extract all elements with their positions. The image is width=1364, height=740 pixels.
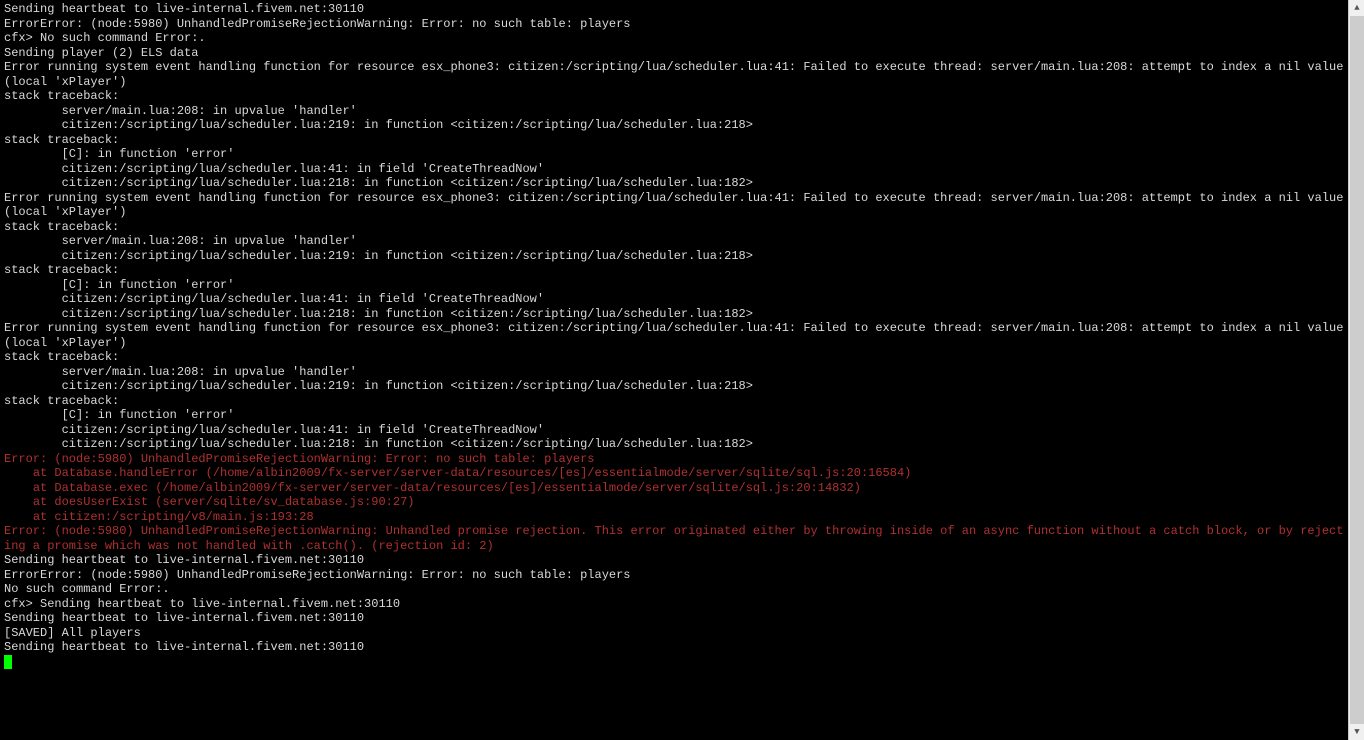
- terminal-line: citizen:/scripting/lua/scheduler.lua:219…: [4, 118, 1344, 133]
- terminal-line: server/main.lua:208: in upvalue 'handler…: [4, 365, 1344, 380]
- terminal-line: server/main.lua:208: in upvalue 'handler…: [4, 104, 1344, 119]
- terminal-line: at citizen:/scripting/v8/main.js:193:28: [4, 510, 1344, 525]
- terminal-line: stack traceback:: [4, 263, 1344, 278]
- terminal-line: citizen:/scripting/lua/scheduler.lua:41:…: [4, 423, 1344, 438]
- terminal-line: Sending player (2) ELS data: [4, 46, 1344, 61]
- vertical-scrollbar[interactable]: ▲ ▼: [1348, 0, 1364, 740]
- terminal-cursor: [4, 655, 12, 669]
- terminal-line: citizen:/scripting/lua/scheduler.lua:219…: [4, 249, 1344, 264]
- chevron-up-icon: ▲: [1354, 1, 1359, 16]
- terminal-line: [C]: in function 'error': [4, 147, 1344, 162]
- terminal-line: citizen:/scripting/lua/scheduler.lua:218…: [4, 307, 1344, 322]
- terminal-line: [C]: in function 'error': [4, 278, 1344, 293]
- scroll-down-button[interactable]: ▼: [1349, 724, 1364, 740]
- terminal-line: cfx> No such command Error:.: [4, 31, 1344, 46]
- terminal-line: at Database.handleError (/home/albin2009…: [4, 466, 1344, 481]
- terminal-line: Error running system event handling func…: [4, 60, 1344, 89]
- terminal-line: [SAVED] All players: [4, 626, 1344, 641]
- terminal-line: Sending heartbeat to live-internal.fivem…: [4, 553, 1344, 568]
- chevron-down-icon: ▼: [1354, 725, 1359, 740]
- terminal-line: stack traceback:: [4, 89, 1344, 104]
- terminal-line: citizen:/scripting/lua/scheduler.lua:219…: [4, 379, 1344, 394]
- terminal-output[interactable]: Sending heartbeat to live-internal.fivem…: [0, 0, 1348, 740]
- terminal-line: Error: (node:5980) UnhandledPromiseRejec…: [4, 452, 1344, 467]
- terminal-line: No such command Error:.: [4, 582, 1344, 597]
- terminal-line: Error running system event handling func…: [4, 191, 1344, 220]
- terminal-line: ErrorError: (node:5980) UnhandledPromise…: [4, 17, 1344, 32]
- terminal-line: at doesUserExist (server/sqlite/sv_datab…: [4, 495, 1344, 510]
- terminal-line: [C]: in function 'error': [4, 408, 1344, 423]
- terminal-line: Error: (node:5980) UnhandledPromiseRejec…: [4, 524, 1344, 553]
- terminal-line: Sending heartbeat to live-internal.fivem…: [4, 640, 1344, 655]
- terminal-window: Sending heartbeat to live-internal.fivem…: [0, 0, 1364, 740]
- terminal-line: ErrorError: (node:5980) UnhandledPromise…: [4, 568, 1344, 583]
- terminal-line: Sending heartbeat to live-internal.fivem…: [4, 2, 1344, 17]
- terminal-line: Sending heartbeat to live-internal.fivem…: [4, 611, 1344, 626]
- scroll-up-button[interactable]: ▲: [1349, 0, 1364, 16]
- terminal-line: server/main.lua:208: in upvalue 'handler…: [4, 234, 1344, 249]
- terminal-line: at Database.exec (/home/albin2009/fx-ser…: [4, 481, 1344, 496]
- scroll-thumb[interactable]: [1350, 16, 1364, 724]
- terminal-line: cfx> Sending heartbeat to live-internal.…: [4, 597, 1344, 612]
- terminal-prompt-line[interactable]: [4, 655, 1344, 670]
- terminal-line: stack traceback:: [4, 133, 1344, 148]
- terminal-line: citizen:/scripting/lua/scheduler.lua:218…: [4, 437, 1344, 452]
- terminal-line: stack traceback:: [4, 394, 1344, 409]
- terminal-line: citizen:/scripting/lua/scheduler.lua:41:…: [4, 162, 1344, 177]
- terminal-line: citizen:/scripting/lua/scheduler.lua:218…: [4, 176, 1344, 191]
- terminal-line: stack traceback:: [4, 220, 1344, 235]
- terminal-line: Error running system event handling func…: [4, 321, 1344, 350]
- terminal-line: stack traceback:: [4, 350, 1344, 365]
- terminal-line: citizen:/scripting/lua/scheduler.lua:41:…: [4, 292, 1344, 307]
